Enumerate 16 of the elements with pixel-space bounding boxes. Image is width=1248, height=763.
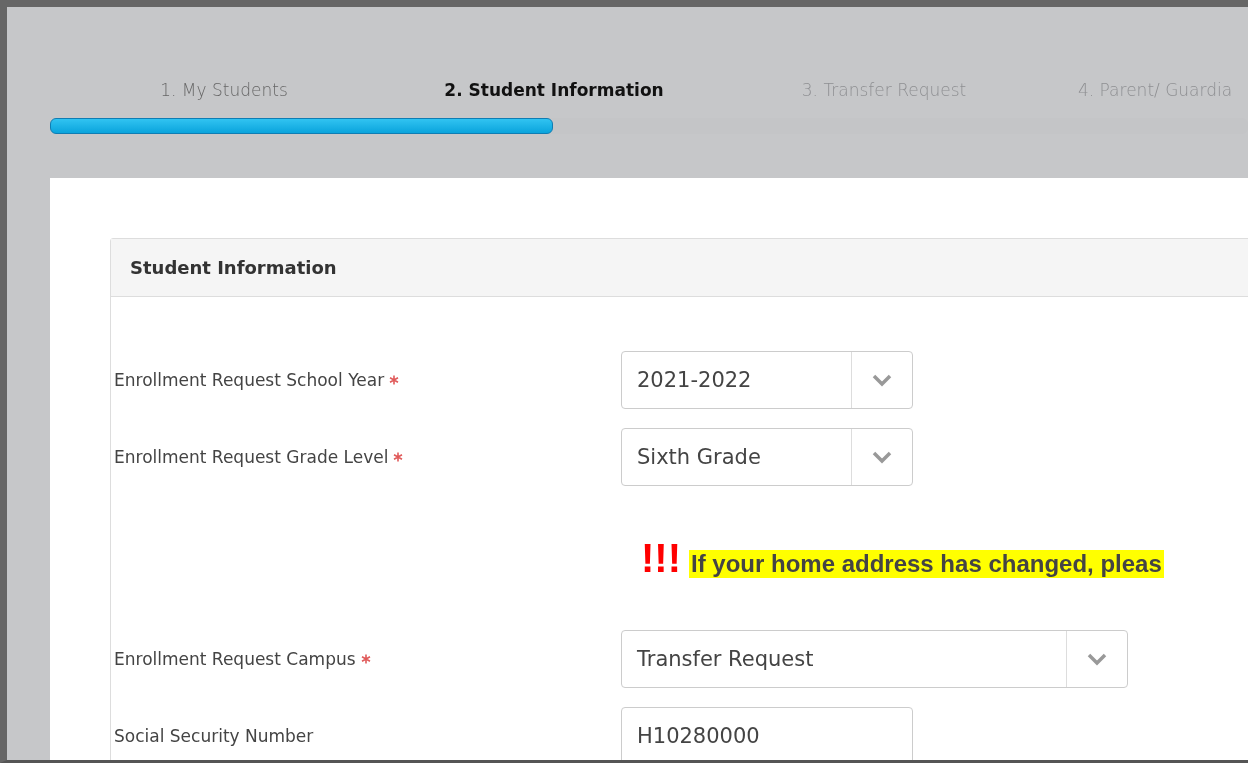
address-notice: If your home address has changed, pleas	[688, 550, 1164, 578]
dropdown[interactable]: Sixth Grade	[621, 428, 913, 486]
field-label: Social Security Number	[114, 726, 314, 746]
dropdown[interactable]: 2021-2022	[621, 351, 913, 409]
card-title: Student Information	[130, 257, 337, 278]
chevron-icon	[871, 450, 893, 464]
wizard-step[interactable]: 2. Student Information	[389, 80, 719, 108]
input-field[interactable]: H10280000	[621, 707, 913, 760]
field-label: Enrollment Request Grade Level	[114, 447, 389, 467]
chevron-icon	[871, 373, 893, 387]
wizard-step[interactable]: 1. My Students	[59, 80, 389, 108]
field-label: Enrollment Request Campus	[114, 649, 356, 669]
dropdown[interactable]: Transfer Request	[621, 630, 1128, 688]
chevron-icon	[1086, 652, 1108, 666]
field-label: Enrollment Request School Year	[114, 370, 385, 390]
warning-marks: !!!	[641, 538, 681, 578]
